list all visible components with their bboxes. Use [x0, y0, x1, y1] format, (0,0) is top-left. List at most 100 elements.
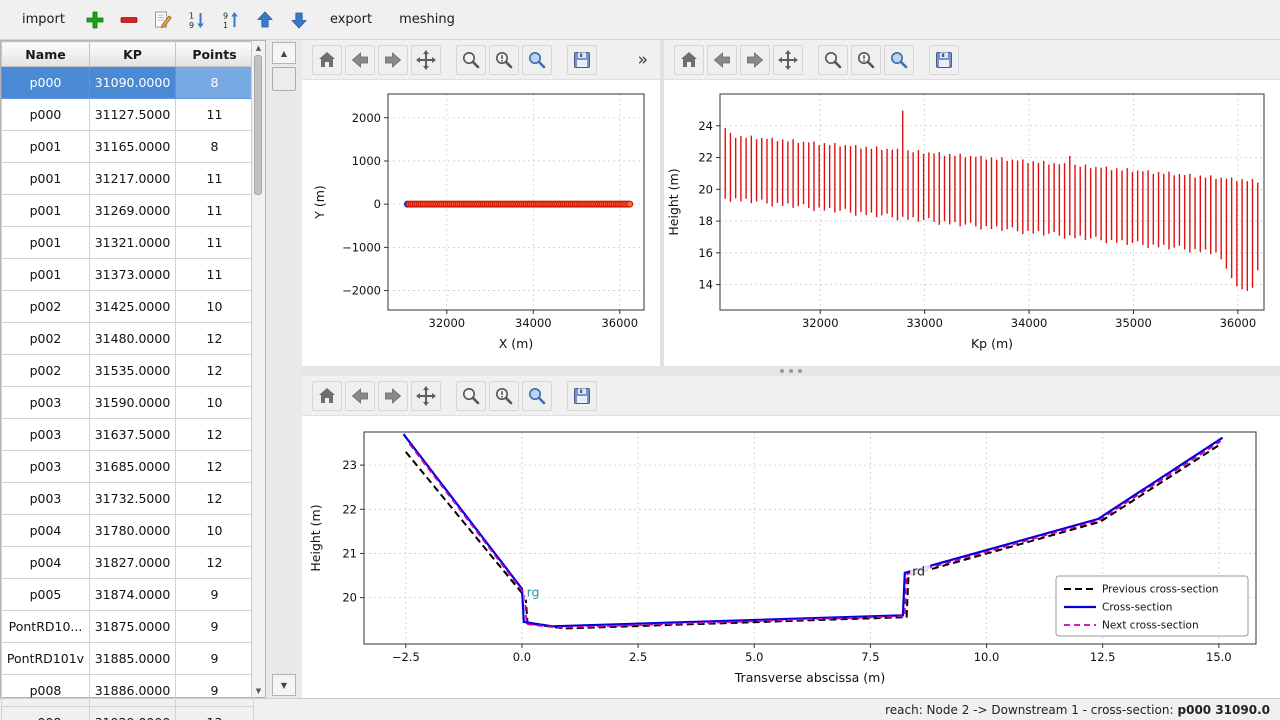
- export-button[interactable]: export: [320, 7, 382, 32]
- table-row[interactable]: p00331637.500012: [2, 419, 254, 451]
- table-row[interactable]: p00531874.00009: [2, 579, 254, 611]
- table-row[interactable]: PontRD101v31885.00009: [2, 643, 254, 675]
- table-row[interactable]: p00331590.000010: [2, 387, 254, 419]
- scroll-up-button[interactable]: ▲: [272, 42, 296, 64]
- options-button[interactable]: [851, 45, 881, 75]
- options-button[interactable]: [489, 45, 519, 75]
- svg-text:2000: 2000: [352, 111, 381, 125]
- table-scrollbar[interactable]: ▲ ▼: [251, 41, 265, 697]
- table-row[interactable]: p00831929.000013: [2, 707, 254, 720]
- home-icon: [316, 385, 338, 407]
- table-row[interactable]: p00431780.000010: [2, 515, 254, 547]
- sort-desc-icon: 91: [220, 9, 242, 31]
- table-row[interactable]: p00131269.000011: [2, 195, 254, 227]
- horizontal-splitter[interactable]: [302, 366, 1280, 376]
- table-row[interactable]: PontRD10...31875.00009: [2, 611, 254, 643]
- options-button[interactable]: [489, 381, 519, 411]
- options-icon: [493, 385, 515, 407]
- remove-cross-section-button[interactable]: [116, 6, 143, 33]
- home-button[interactable]: [312, 45, 342, 75]
- save-button[interactable]: [929, 45, 959, 75]
- options-icon: [493, 49, 515, 71]
- table-row[interactable]: p00031127.500011: [2, 99, 254, 131]
- table-row[interactable]: p00831886.00009: [2, 675, 254, 707]
- svg-text:21: 21: [342, 546, 357, 560]
- zoom-icon: [460, 385, 482, 407]
- meshing-button[interactable]: meshing: [389, 7, 465, 32]
- back-button[interactable]: [345, 45, 375, 75]
- forward-button[interactable]: [378, 381, 408, 411]
- svg-text:14: 14: [698, 278, 713, 292]
- column-header-kp[interactable]: KP: [90, 42, 176, 67]
- sort-descending-button[interactable]: 91: [218, 6, 245, 33]
- save-button[interactable]: [567, 45, 597, 75]
- back-icon: [349, 385, 371, 407]
- zoom-button[interactable]: [456, 45, 486, 75]
- forward-icon: [382, 385, 404, 407]
- plan-view-panel: » 320003400036000−2000−1000010002000X (m…: [302, 40, 660, 366]
- table-row[interactable]: p00131373.000011: [2, 259, 254, 291]
- svg-text:1000: 1000: [352, 154, 381, 168]
- add-cross-section-button[interactable]: [82, 6, 109, 33]
- table-row[interactable]: p00231425.000010: [2, 291, 254, 323]
- pan-button[interactable]: [773, 45, 803, 75]
- table-header-row: Name KP Points: [2, 42, 254, 67]
- move-down-button[interactable]: [286, 6, 313, 33]
- svg-text:Transverse abscissa (m): Transverse abscissa (m): [734, 670, 885, 685]
- splitter-handle-icon: [789, 369, 793, 373]
- status-selection: p000 31090.0: [1178, 703, 1270, 717]
- svg-text:22: 22: [698, 151, 713, 165]
- svg-text:22: 22: [342, 502, 357, 516]
- edit-cross-section-button[interactable]: [150, 6, 177, 33]
- forward-button[interactable]: [378, 45, 408, 75]
- table-scrollbar-thumb[interactable]: [254, 55, 262, 195]
- table-row[interactable]: p00131321.000011: [2, 227, 254, 259]
- svg-text:−2000: −2000: [342, 284, 381, 298]
- sort-ascending-button[interactable]: 19: [184, 6, 211, 33]
- options-icon: [855, 49, 877, 71]
- table-row[interactable]: p00331732.500012: [2, 483, 254, 515]
- table-row[interactable]: p00231535.000012: [2, 355, 254, 387]
- table-row[interactable]: p00431827.000012: [2, 547, 254, 579]
- zoom-button[interactable]: [818, 45, 848, 75]
- toolbar-overflow-button[interactable]: »: [638, 50, 650, 70]
- column-header-name[interactable]: Name: [2, 42, 90, 67]
- scroll-up-icon[interactable]: ▲: [252, 41, 265, 54]
- zoom-rect-button[interactable]: [522, 45, 552, 75]
- zoom-button[interactable]: [456, 381, 486, 411]
- forward-button[interactable]: [740, 45, 770, 75]
- home-button[interactable]: [674, 45, 704, 75]
- table-row[interactable]: p00131165.00008: [2, 131, 254, 163]
- zoom-rect-icon: [888, 49, 910, 71]
- pan-icon: [777, 49, 799, 71]
- zoom-rect-button[interactable]: [884, 45, 914, 75]
- pan-button[interactable]: [411, 381, 441, 411]
- move-up-button[interactable]: [252, 6, 279, 33]
- zoom-rect-button[interactable]: [522, 381, 552, 411]
- column-header-points[interactable]: Points: [176, 42, 254, 67]
- plan-view-chart[interactable]: 320003400036000−2000−1000010002000X (m)Y…: [302, 80, 660, 366]
- home-button[interactable]: [312, 381, 342, 411]
- back-button[interactable]: [707, 45, 737, 75]
- table-row[interactable]: p00231480.000012: [2, 323, 254, 355]
- table-row[interactable]: p00131217.000011: [2, 163, 254, 195]
- svg-text:20: 20: [698, 182, 713, 196]
- cross-section-chart[interactable]: rgrd−2.50.02.55.07.510.012.515.020212223…: [302, 416, 1280, 698]
- edit-icon: [152, 9, 174, 31]
- longitudinal-profile-toolbar: [664, 40, 1280, 80]
- table-row[interactable]: p00031090.00008: [2, 67, 254, 99]
- add-icon: [84, 9, 106, 31]
- import-button[interactable]: import: [12, 7, 75, 32]
- pan-button[interactable]: [411, 45, 441, 75]
- table-row[interactable]: p00331685.000012: [2, 451, 254, 483]
- scroll-down-icon[interactable]: ▼: [252, 684, 265, 697]
- main-toolbar: import 19 91 export meshing: [0, 0, 1280, 40]
- panel-scrollbar-thumb[interactable]: [272, 67, 296, 91]
- back-button[interactable]: [345, 381, 375, 411]
- svg-text:rd: rd: [912, 564, 925, 579]
- arrow-up-icon: [254, 9, 276, 31]
- longitudinal-profile-chart[interactable]: 3200033000340003500036000141618202224Kp …: [664, 80, 1280, 366]
- svg-text:1: 1: [223, 21, 228, 30]
- save-button[interactable]: [567, 381, 597, 411]
- scroll-down-button[interactable]: ▼: [272, 674, 296, 696]
